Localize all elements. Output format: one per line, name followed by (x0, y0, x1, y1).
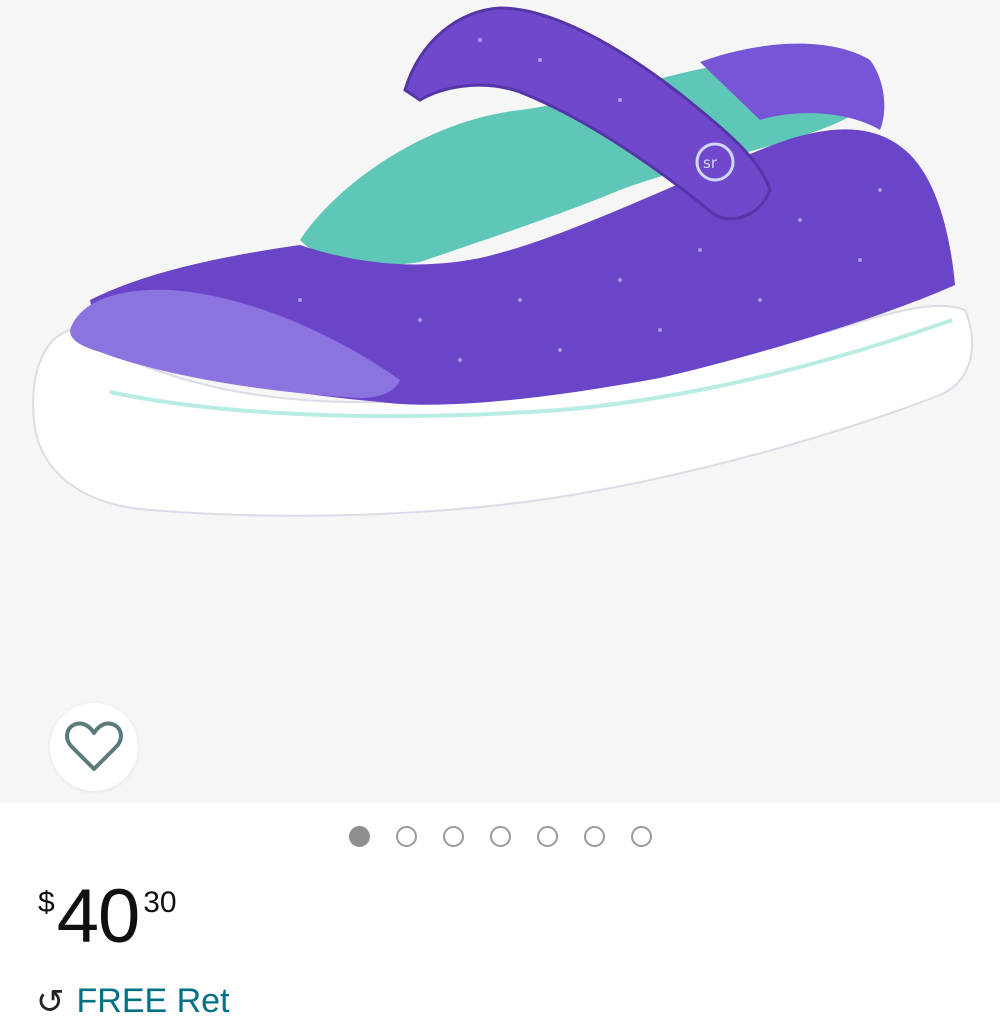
svg-text:sr: sr (703, 154, 718, 172)
product-image[interactable]: sr (0, 0, 1000, 803)
price-whole: 40 (56, 874, 141, 959)
heart-outline-icon (65, 721, 123, 771)
carousel-dot[interactable] (583, 826, 605, 847)
carousel-dot[interactable] (489, 826, 511, 847)
price: $ 40 30 (38, 872, 177, 962)
carousel-dot[interactable] (536, 826, 558, 847)
favorite-button[interactable] (50, 703, 138, 791)
price-fraction: 30 (143, 886, 177, 919)
carousel-dot[interactable] (395, 826, 417, 847)
carousel-dot[interactable] (442, 826, 464, 847)
image-carousel-dots (0, 826, 1000, 850)
product-image-area[interactable]: sr (0, 0, 1000, 803)
return-icon: ↺ (36, 983, 65, 1021)
carousel-dot[interactable] (348, 826, 370, 847)
free-returns-link[interactable]: ↺ FREE Ret (36, 982, 230, 1022)
returns-label[interactable]: FREE Ret (77, 982, 230, 1021)
carousel-dot[interactable] (630, 826, 652, 847)
price-currency: $ (38, 886, 55, 919)
